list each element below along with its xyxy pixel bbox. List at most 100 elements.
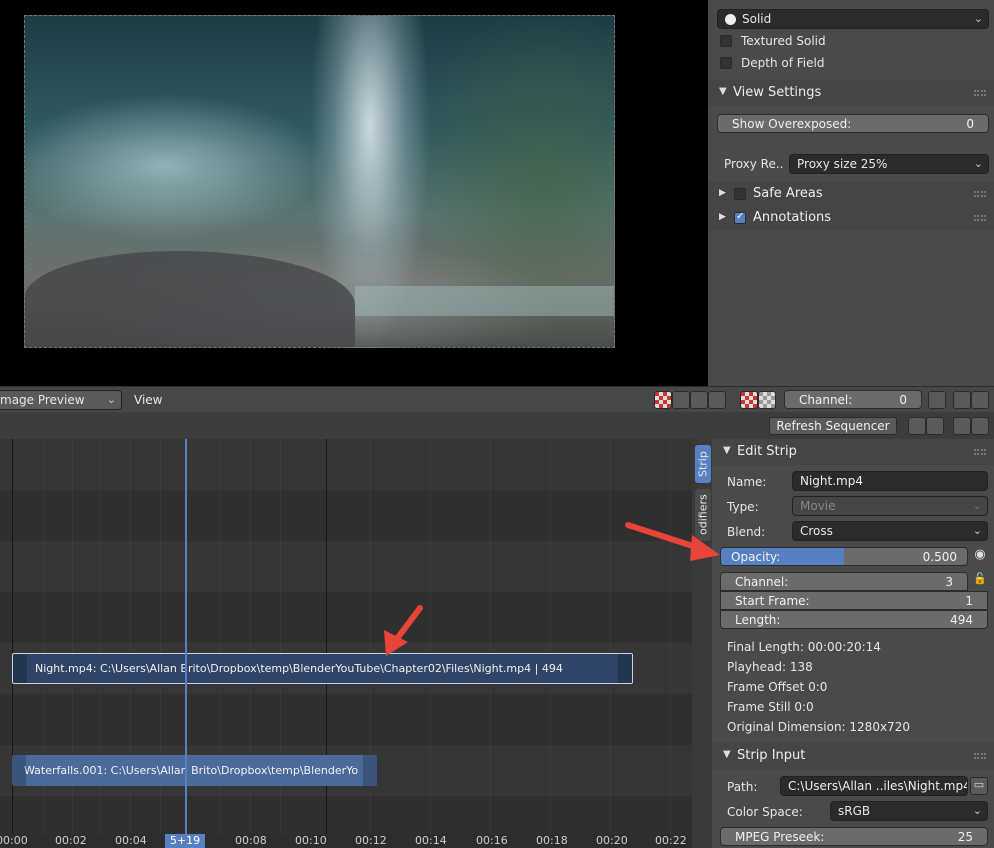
time-tick: 00:12 [355, 834, 387, 847]
channel-row [0, 490, 692, 541]
depth-of-field-checkbox[interactable] [720, 57, 732, 69]
time-tick: 00:18 [536, 834, 568, 847]
annotations-title: Annotations [753, 210, 832, 225]
drag-grip-icon[interactable] [974, 90, 986, 96]
length-value: 494 [950, 613, 973, 627]
clapper-icon[interactable] [971, 391, 989, 409]
channel-number-field[interactable]: Channel: 3 [720, 572, 968, 591]
vectorscope-icon[interactable] [690, 391, 708, 409]
proxy-size-dropdown[interactable]: Proxy size 25% ⌄ [789, 154, 989, 174]
view-settings-header[interactable]: ▼ View Settings [708, 80, 994, 106]
display-mode-label: Solid [742, 12, 772, 26]
grid-line [490, 439, 491, 834]
time-ruler[interactable]: 00:00 00:02 00:04 5+19 00:08 00:10 00:12… [0, 834, 692, 848]
strip-input-header[interactable]: ▼ Strip Input [712, 743, 994, 769]
start-frame-field[interactable]: Start Frame: 1 [720, 591, 988, 610]
color-space-label: Color Space: [727, 805, 803, 819]
view-menu[interactable]: View [134, 393, 162, 407]
expand-triangle-icon: ▶ [719, 212, 726, 222]
show-overlay-icon[interactable] [740, 391, 758, 409]
textured-solid-label: Textured Solid [741, 34, 826, 48]
proxy-render-label: Proxy Re.. [724, 157, 784, 171]
annotations-header[interactable]: ▶ Annotations [708, 205, 994, 231]
refresh-sequencer-button[interactable]: Refresh Sequencer [769, 417, 897, 435]
frame-still-info: Frame Still 0:0 [727, 700, 814, 714]
view-type-dropdown[interactable]: mage Preview ⌄ [0, 390, 122, 410]
grid-line [550, 439, 551, 834]
name-field[interactable]: Night.mp4 [792, 471, 988, 491]
annotations-checkbox[interactable] [734, 211, 746, 224]
preview-water [355, 286, 614, 316]
time-tick: 00:20 [596, 834, 628, 847]
length-field[interactable]: Length: 494 [720, 610, 988, 629]
channel-label: Channel: [735, 575, 789, 589]
refresh-sequencer-label: Refresh Sequencer [776, 419, 890, 433]
drag-grip-icon[interactable] [974, 215, 986, 221]
snap-icon[interactable] [953, 417, 971, 435]
folder-icon[interactable]: ▭ [970, 777, 988, 795]
blend-label: Blend: [727, 525, 766, 539]
clapper-icon[interactable] [926, 417, 944, 435]
strip-left-handle[interactable] [12, 755, 26, 786]
preview-frame [24, 15, 615, 348]
histogram-icon[interactable] [708, 391, 726, 409]
playhead-info: Playhead: 138 [727, 660, 813, 674]
strip-waterfalls[interactable]: Waterfalls.001: C:\Users\Allan Brito\Dro… [12, 755, 377, 786]
drag-grip-icon[interactable] [974, 449, 986, 455]
ghost-icon[interactable] [928, 391, 946, 409]
lock-icon[interactable]: 🔓 [970, 572, 990, 591]
eye-icon[interactable]: ◉ [970, 547, 990, 566]
strip-right-handle[interactable] [363, 755, 377, 786]
sequencer-header: mage Preview ⌄ View Channel: 0 [0, 386, 994, 412]
playhead-line[interactable] [185, 439, 187, 848]
grid-line [670, 439, 671, 834]
safe-areas-header[interactable]: ▶ Safe Areas [708, 181, 994, 207]
strip-right-handle[interactable] [618, 654, 632, 683]
sequencer-timeline[interactable]: Night.mp4: C:\Users\Allan Brito\Dropbox\… [0, 439, 692, 848]
edit-strip-header[interactable]: ▼ Edit Strip [712, 439, 994, 465]
time-tick: 00:08 [235, 834, 267, 847]
blend-value: Cross [800, 524, 833, 538]
tab-strip[interactable]: Strip [695, 445, 711, 483]
preview-rock [25, 251, 355, 347]
show-overexposed-field[interactable]: Show Overexposed: 0 [717, 114, 989, 133]
current-frame-indicator[interactable]: 5+19 [165, 834, 205, 848]
render-camera-icon[interactable] [953, 391, 971, 409]
render-camera-icon[interactable] [908, 417, 926, 435]
frame-offset-info: Frame Offset 0:0 [727, 680, 828, 694]
display-checker-icon[interactable] [654, 391, 672, 409]
show-overexposed-value: 0 [966, 117, 974, 131]
time-tick: 00:10 [295, 834, 327, 847]
channel-row [0, 439, 692, 490]
original-dimension-info: Original Dimension: 1280x720 [727, 720, 910, 734]
backdrop-icon[interactable] [758, 391, 776, 409]
opacity-value: 0.500 [922, 550, 957, 564]
channel-row [0, 694, 692, 745]
opacity-slider[interactable]: Opacity: 0.500 [720, 547, 968, 566]
textured-solid-checkbox[interactable] [720, 35, 732, 47]
channel-label: Channel: [799, 393, 853, 407]
luma-waveform-icon[interactable] [672, 391, 690, 409]
color-space-dropdown[interactable]: sRGB ⌄ [830, 801, 988, 821]
drag-grip-icon[interactable] [974, 753, 986, 759]
mpeg-preseek-field[interactable]: MPEG Preseek: 25 [720, 827, 988, 846]
time-tick: 00:00 [0, 834, 28, 847]
final-length-info: Final Length: 00:00:20:14 [727, 640, 881, 654]
channel-field[interactable]: Channel: 0 [784, 390, 922, 409]
depth-of-field-label: Depth of Field [741, 56, 825, 70]
safe-areas-checkbox[interactable] [734, 188, 746, 200]
expand-icon[interactable] [971, 417, 989, 435]
blend-dropdown[interactable]: Cross ⌄ [792, 521, 988, 541]
mpeg-preseek-value: 25 [957, 830, 973, 844]
display-mode-dropdown[interactable]: Solid ⌄ [717, 9, 989, 29]
path-field[interactable]: C:\Users\Allan ..iles\Night.mp4 [780, 776, 968, 796]
time-tick: 00:02 [55, 834, 87, 847]
proxy-size-value: Proxy size 25% [797, 157, 888, 171]
color-space-value: sRGB [838, 804, 871, 818]
strip-left-handle[interactable] [13, 654, 27, 683]
drag-grip-icon[interactable] [974, 191, 986, 197]
channel-row [0, 541, 692, 592]
strip-night[interactable]: Night.mp4: C:\Users\Allan Brito\Dropbox\… [12, 653, 633, 684]
strip-properties-panel: ▼ Edit Strip Name: Night.mp4 Type: Movie… [712, 439, 994, 848]
channel-row [0, 796, 692, 834]
